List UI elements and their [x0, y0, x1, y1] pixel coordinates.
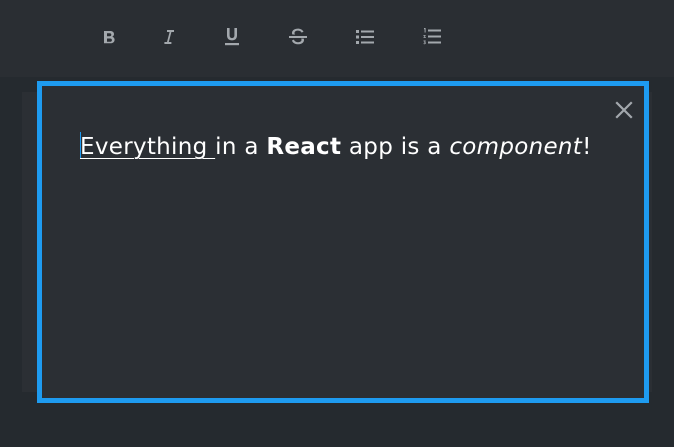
bulleted-list-button[interactable] — [350, 22, 380, 52]
numbered-list-button[interactable] — [417, 22, 447, 52]
plain-text: ! — [582, 134, 592, 160]
strikethrough-icon — [288, 28, 308, 46]
rich-text-editor[interactable]: Everything in a React app is a component… — [37, 81, 649, 403]
italic-text: component — [449, 134, 583, 160]
bold-icon — [100, 28, 118, 46]
numbered-list-icon — [422, 27, 442, 47]
close-icon — [615, 101, 633, 123]
close-button[interactable] — [612, 100, 636, 124]
bold-text: React — [266, 134, 342, 160]
bulleted-list-icon — [355, 28, 375, 46]
strikethrough-button[interactable] — [283, 22, 313, 52]
editor-content[interactable]: Everything in a React app is a component… — [80, 128, 600, 167]
italic-button[interactable] — [154, 22, 184, 52]
underline-button[interactable] — [217, 22, 247, 52]
plain-text: in a — [215, 134, 267, 160]
underlined-text: Everything — [80, 134, 216, 160]
bold-button[interactable] — [94, 22, 124, 52]
plain-text: app is a — [341, 134, 450, 160]
formatting-toolbar — [0, 0, 674, 77]
italic-icon — [160, 28, 178, 46]
underline-icon — [223, 27, 241, 47]
